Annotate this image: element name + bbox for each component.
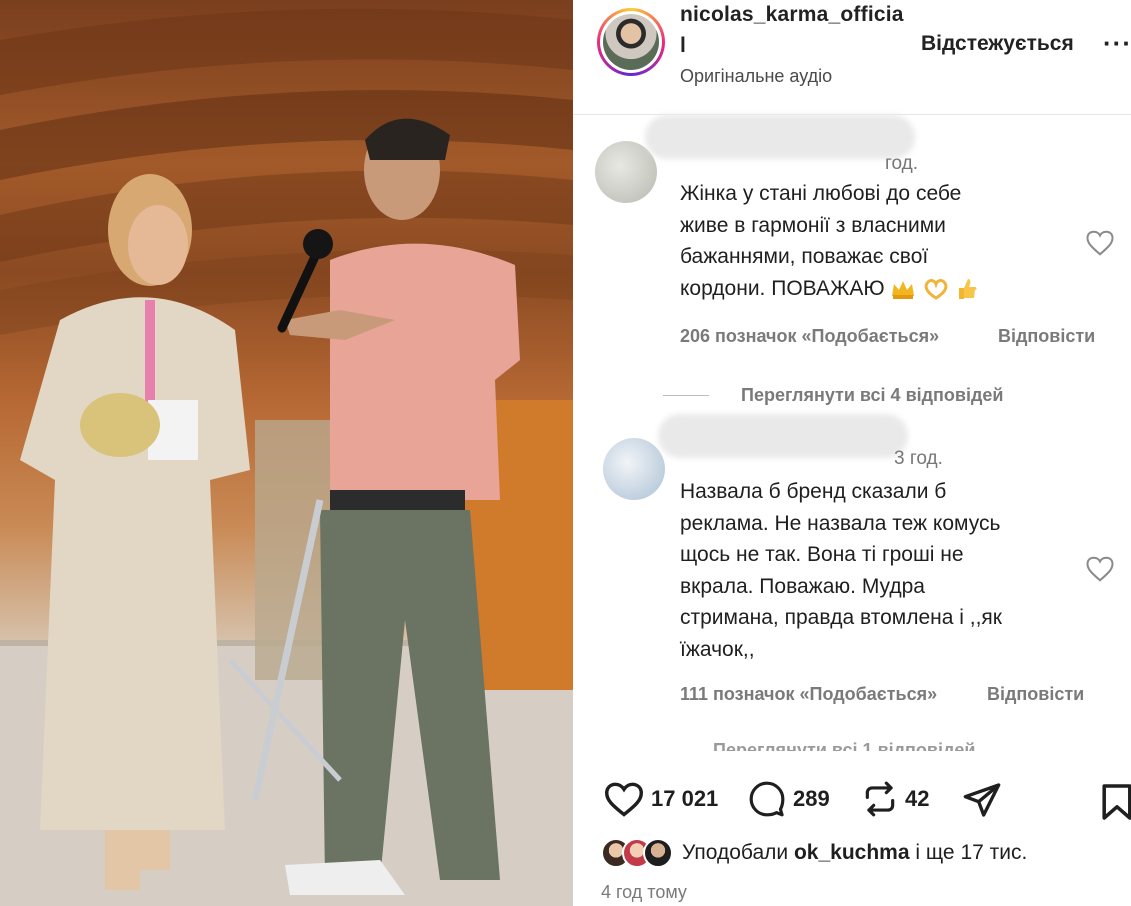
avatar-image [603,14,659,70]
post-action-bar: 17 021 289 42 [573,772,1131,832]
comment-time: год. [885,153,919,174]
crown-emoji [892,280,915,299]
comment-item: год. Жінка у стані любові до себе живе в… [573,115,1131,415]
liked-by-text: Уподобали ok_kuchma і ще 17 тис. [682,841,1027,865]
share-button[interactable] [961,780,1003,820]
repost-button[interactable]: 42 [861,780,929,818]
comment-item: 3 год. Назвала б бренд сказали б реклама… [573,408,1131,748]
heart-icon [604,782,644,817]
comment-bubble-icon [749,781,785,817]
comment-line: Назвала б бренд сказали б [680,480,947,503]
comment-text: Жінка у стані любові до себе живе в гарм… [680,178,978,304]
comment-likes-count[interactable]: 206 позначок «Подобається» [680,326,939,347]
comment-likes-count[interactable]: 111 позначок «Подобається» [680,684,937,705]
heart-hands-emoji [924,278,948,300]
comment-text: Назвала б бренд сказали б реклама. Не на… [680,476,1002,665]
photo-illustration [0,8,573,906]
post-timestamp: 4 год тому [601,882,687,902]
blurred-username [658,414,908,458]
instagram-post-panel: nicolas_karma_officia l Відстежується ··… [573,0,1131,906]
comment-line: Жінка у стані любові до себе [680,182,962,205]
comment-line: кордони. ПОВАЖАЮ [680,276,885,300]
reposts-count: 42 [905,786,930,811]
original-audio-link[interactable]: Оригінальне аудіо [680,66,832,87]
author-username[interactable]: nicolas_karma_officia [680,3,904,27]
comments-count: 289 [793,786,830,811]
view-replies-button[interactable]: Переглянути всі 4 відповідей [741,385,1004,406]
liked-by-suffix: і ще 17 тис. [915,841,1028,864]
bookmark-icon [1102,784,1131,820]
liked-by-prefix: Уподобали [682,841,789,864]
save-button[interactable] [1101,782,1131,827]
post-photo [0,0,573,906]
thumbs-up-emoji [959,278,977,299]
commenter-avatar[interactable] [595,141,657,203]
like-button[interactable]: 17 021 [603,780,718,818]
comment-line: стримана, правда втомлена і ,,як [680,606,1002,629]
post-header: nicolas_karma_officia l Відстежується ··… [573,0,1131,115]
comment-line: їжачок,, [680,637,755,661]
comment-line: реклама. Не назвала теж комусь [680,511,1001,535]
following-button[interactable]: Відстежується [921,32,1074,56]
comment-button[interactable]: 289 [747,780,830,818]
like-comment-heart-icon[interactable] [1085,228,1115,258]
view-replies-button-cut[interactable]: Переглянути всі 1 відповідей [713,740,976,751]
repost-icon [865,781,895,817]
author-avatar[interactable] [597,8,665,76]
likes-count: 17 021 [651,786,719,811]
reply-button[interactable]: Відповісти [998,326,1095,347]
author-username-tail[interactable]: l [680,34,686,58]
more-options-icon[interactable]: ··· [1103,28,1131,59]
comment-line: бажаннями, поважає свої [680,245,929,268]
send-paper-plane-icon [963,783,1001,817]
comment-line: вкрала. Поважаю. Мудра [680,574,925,598]
divider [663,395,709,396]
liked-by-row[interactable]: Уподобали ok_kuchma і ще 17 тис. [601,834,1027,872]
blurred-username [645,115,915,159]
liker-avatar [643,838,673,868]
reply-button[interactable]: Відповісти [987,684,1084,705]
commenter-avatar[interactable] [603,438,665,500]
comment-line: живе в гармонії з власними [680,213,946,237]
liked-by-user[interactable]: ok_kuchma [794,841,910,864]
like-comment-heart-icon[interactable] [1085,554,1115,584]
comment-line: щось не так. Вона ті гроші не [680,543,964,566]
comment-time: 3 год. [894,448,943,469]
